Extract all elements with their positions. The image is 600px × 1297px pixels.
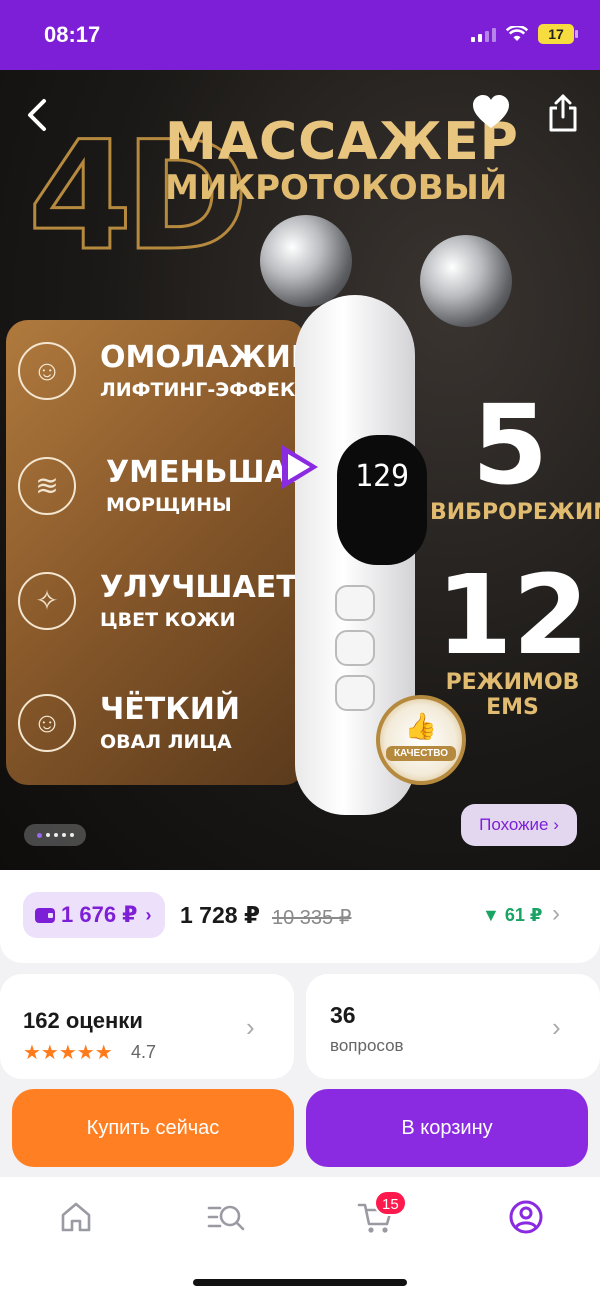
wifi-icon — [506, 26, 528, 41]
device-roller-right — [420, 235, 512, 327]
star-rating-icon: ★★★★★ — [23, 1042, 113, 1064]
wallet-price-button[interactable]: 1 676 ₽ › — [23, 892, 166, 938]
questions-card[interactable]: 36 вопросов › — [306, 974, 600, 1079]
chevron-right-icon: › — [246, 1012, 255, 1042]
feature-title: ЧЁТКИЙ — [100, 692, 240, 727]
current-price: 1 728 ₽ — [180, 902, 260, 928]
face-icon: ☺ — [18, 341, 76, 400]
price-drop-badge: ▼ 61 ₽ — [482, 905, 543, 925]
feature-oval: ☺ ЧЁТКИЙ ОВАЛ ЛИЦА — [18, 692, 240, 753]
quality-badge: 👍 КАЧЕСТВО — [376, 695, 466, 785]
questions-label: вопросов — [330, 1036, 404, 1055]
headline-massager: МАССАЖЕР — [165, 112, 519, 172]
stat-vibration-modes: 5 ВИБРОРЕЖИМОВ — [430, 381, 600, 525]
home-indicator — [193, 1279, 407, 1286]
profile-icon[interactable] — [506, 1197, 546, 1237]
buy-now-button[interactable]: Купить сейчас — [12, 1089, 294, 1167]
wallet-icon — [35, 907, 55, 923]
feature-subtitle: ОВАЛ ЛИЦА — [100, 731, 232, 753]
product-image[interactable]: 4D МАССАЖЕР МИКРОТОКОВЫЙ ☺ ОМОЛАЖИВАЕТ ЛИ… — [0, 70, 600, 870]
stat-number: 5 — [471, 381, 549, 509]
headline-microcurrent: МИКРОТОКОВЫЙ — [165, 168, 508, 208]
heart-icon[interactable] — [472, 94, 510, 130]
questions-count: 36 — [330, 1002, 356, 1028]
pagination-dot — [61, 833, 66, 837]
image-pagination[interactable] — [24, 824, 86, 846]
play-video-icon[interactable] — [282, 445, 318, 489]
pagination-dot — [53, 833, 58, 837]
skin-layers-icon: ≋ — [18, 456, 76, 515]
cart-count-badge: 15 — [374, 1190, 407, 1216]
stat-ems-modes: 12 РЕЖИМОВ EMS — [430, 560, 595, 720]
reviews-count: 162 оценки — [23, 1008, 143, 1033]
price-card[interactable]: 1 676 ₽ › 1 728 ₽ 10 335 ₽ ▼ 61 ₽ › — [0, 870, 600, 963]
thumbs-up-icon: 👍 — [404, 711, 438, 741]
device-button-m — [335, 585, 375, 621]
device-roller-left — [260, 215, 352, 307]
wallet-price-value: 1 676 ₽ — [61, 902, 138, 927]
device-button-power — [335, 675, 375, 711]
chevron-right-icon: › — [145, 904, 152, 925]
old-price: 10 335 ₽ — [272, 907, 352, 929]
stat-label: ВИБРОРЕЖИМОВ — [430, 500, 600, 525]
status-bar: 08:17 17 — [0, 0, 600, 70]
reviews-card[interactable]: 162 оценки ★★★★★ 4.7 › — [0, 974, 294, 1079]
battery-icon: 17 — [538, 24, 578, 44]
share-icon[interactable] — [546, 93, 580, 133]
face-oval-icon: ☺ — [18, 693, 76, 752]
device-button-mode — [335, 630, 375, 666]
home-icon[interactable] — [56, 1197, 96, 1237]
pagination-dot — [69, 833, 74, 837]
similar-button[interactable]: Похожие › — [461, 804, 577, 846]
pagination-dot — [45, 833, 50, 837]
profile-sparkle-icon: ✧ — [18, 571, 76, 630]
rating-value: 4.7 — [131, 1042, 157, 1062]
pagination-dot — [36, 832, 42, 838]
quality-badge-label: КАЧЕСТВО — [386, 746, 456, 761]
back-icon[interactable] — [22, 95, 52, 135]
stat-number: 12 — [435, 551, 590, 679]
status-time: 08:17 — [44, 22, 101, 47]
status-icons: 17 — [471, 24, 578, 44]
signal-icon — [471, 26, 496, 42]
add-to-cart-button[interactable]: В корзину — [306, 1089, 588, 1167]
catalog-search-icon[interactable] — [206, 1197, 246, 1237]
device-display: 129 — [337, 435, 427, 565]
chevron-right-icon[interactable]: › — [552, 900, 560, 928]
chevron-right-icon: › — [552, 1012, 561, 1042]
